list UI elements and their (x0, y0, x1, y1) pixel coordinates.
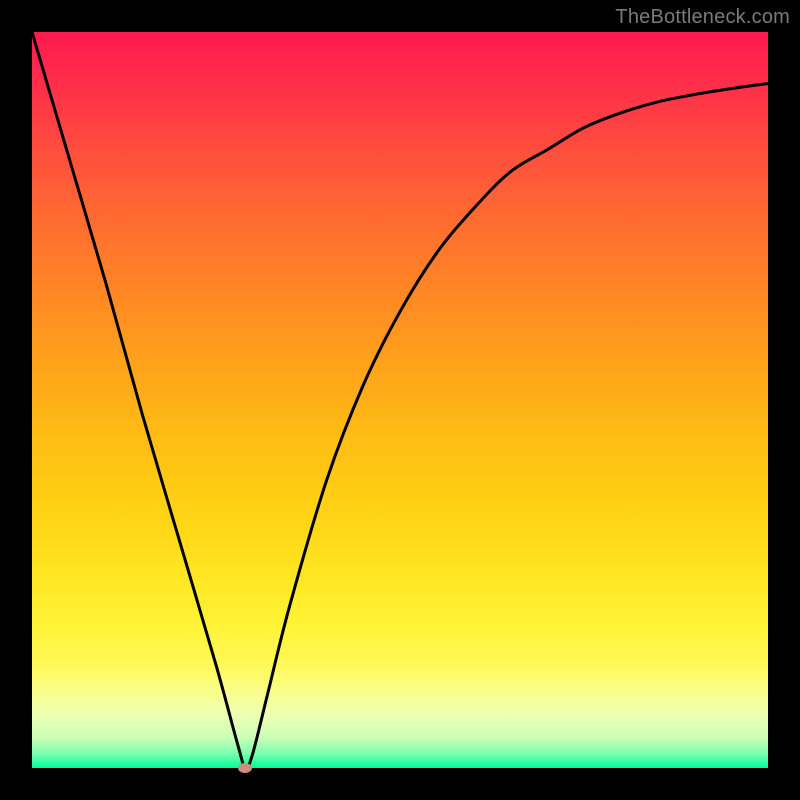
bottleneck-curve-path (32, 32, 768, 768)
curve-svg (32, 32, 768, 768)
watermark-text: TheBottleneck.com (615, 6, 790, 29)
chart-frame: TheBottleneck.com (0, 0, 800, 800)
optimum-marker-dot (238, 763, 252, 773)
plot-area (32, 32, 768, 768)
